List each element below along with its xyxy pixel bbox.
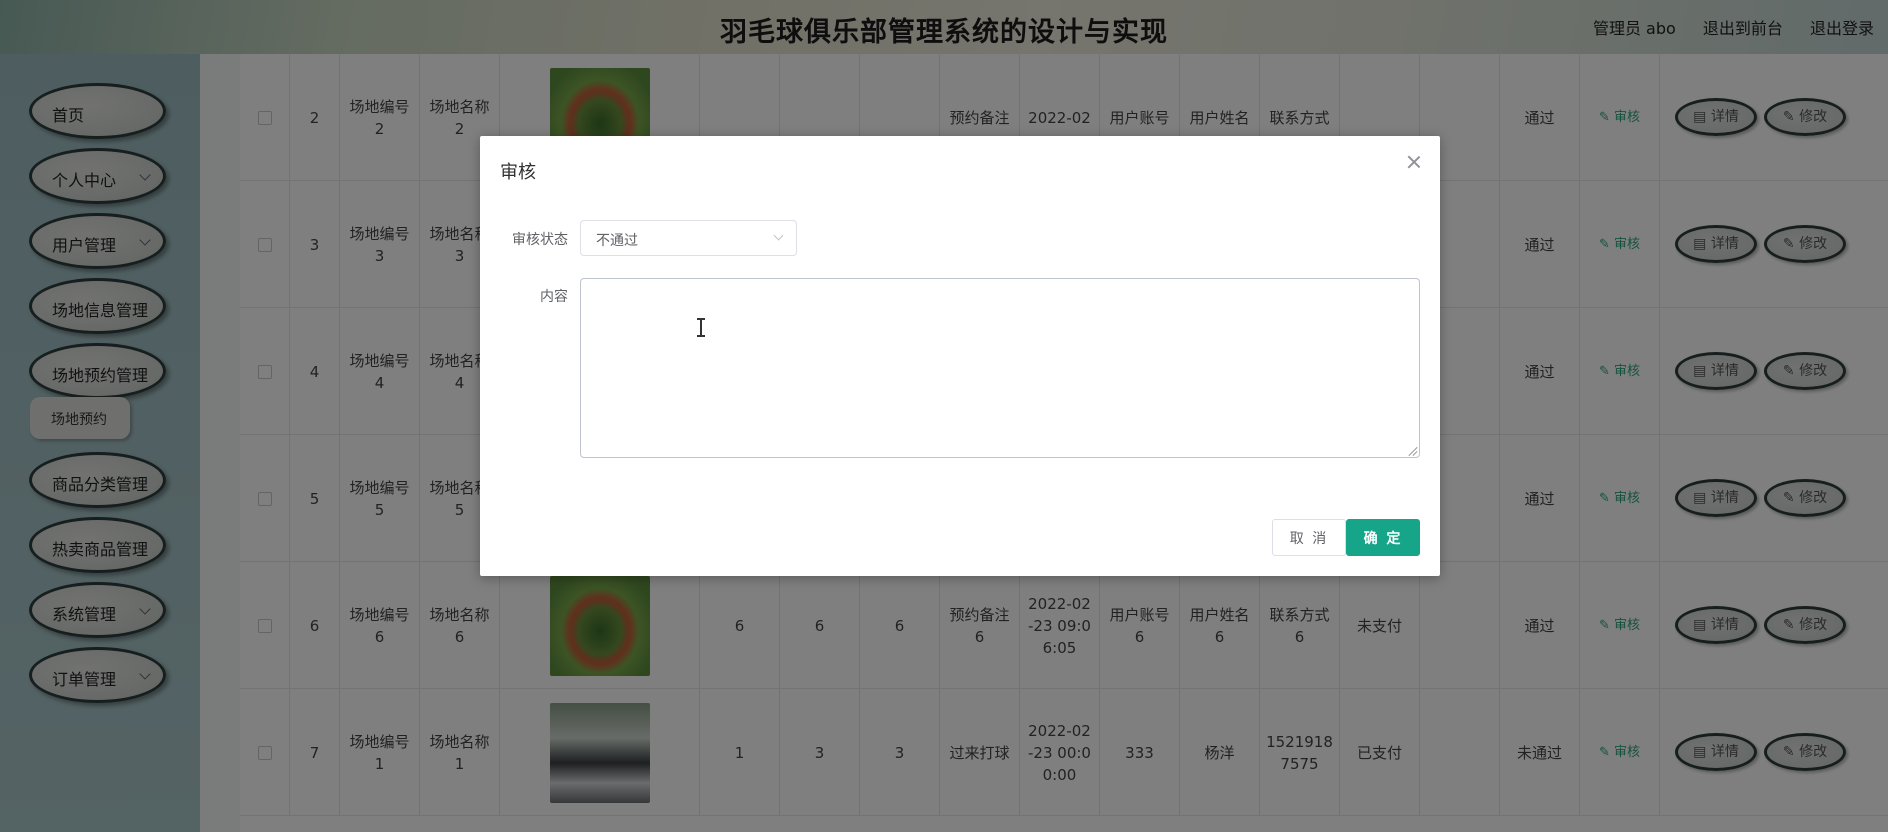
text-cursor-icon [696, 318, 706, 337]
content-textarea[interactable] [580, 278, 1420, 458]
chevron-down-icon [773, 230, 784, 241]
resize-handle-icon[interactable] [1408, 446, 1418, 456]
review-status-label: 审核状态 [512, 232, 568, 248]
content-label: 内容 [540, 289, 568, 305]
cancel-button[interactable]: 取 消 [1272, 519, 1346, 556]
dialog-title: 审核 [500, 162, 536, 183]
close-icon[interactable] [1406, 154, 1422, 170]
review-status-value: 不通过 [596, 233, 638, 249]
review-status-select[interactable]: 不通过 [580, 220, 797, 256]
confirm-button[interactable]: 确 定 [1346, 519, 1420, 556]
review-dialog: 审核 审核状态 不通过 内容 取 消 确 定 [480, 136, 1440, 576]
